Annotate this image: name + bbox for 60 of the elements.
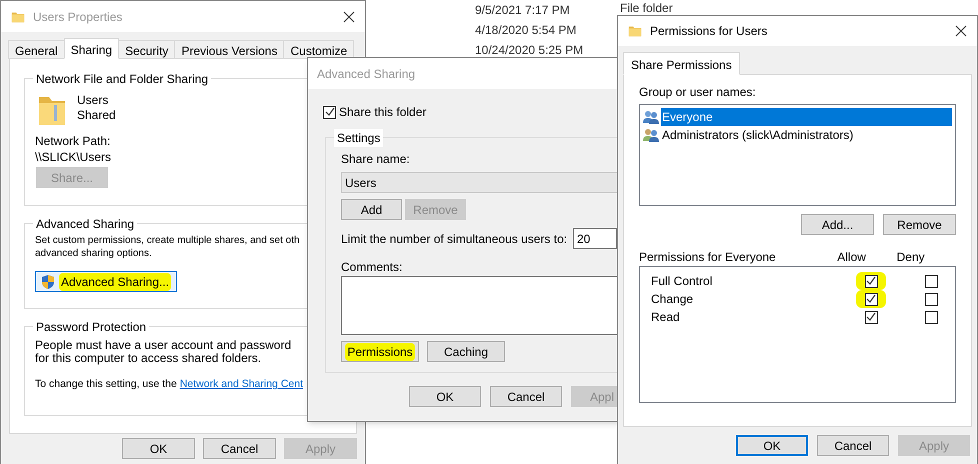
date-modified: 10/24/2020 5:25 PM — [475, 42, 584, 59]
network-path: \\SLICK\Users — [35, 149, 112, 165]
checkbox[interactable] — [924, 310, 938, 324]
field-label: Share name: — [341, 151, 411, 168]
folder-icon — [11, 10, 25, 24]
checkbox[interactable] — [864, 274, 878, 288]
permission-name: Change — [651, 291, 694, 308]
description-text: advanced sharing options. — [35, 247, 152, 260]
users-icon — [643, 128, 659, 142]
window-title: Permissions for Users — [650, 23, 768, 40]
tab[interactable]: Security — [118, 40, 176, 59]
close-icon[interactable] — [955, 25, 967, 37]
user-item[interactable]: Administrators (slick\Administrators) — [643, 126, 952, 144]
column-header: Allow — [837, 249, 867, 266]
checkbox[interactable] — [864, 292, 878, 306]
tab[interactable]: Customize — [283, 40, 354, 59]
button[interactable]: Advanced Sharing... — [35, 271, 177, 292]
file-type: File folder — [620, 0, 673, 16]
shield-icon — [40, 274, 55, 290]
field-label: Comments: — [341, 259, 404, 276]
button[interactable]: Cancel — [203, 438, 276, 459]
permission-name: Full Control — [651, 273, 714, 290]
window-title: Advanced Sharing — [317, 66, 416, 82]
tab[interactable]: Share Permissions — [623, 52, 740, 75]
instruction-text: To change this setting, use the — [35, 377, 177, 392]
button[interactable]: OK — [122, 438, 195, 459]
button[interactable]: OK — [736, 435, 808, 456]
column-header: Deny — [896, 249, 926, 266]
button[interactable]: OK — [409, 386, 481, 407]
button[interactable]: Caching — [427, 341, 505, 362]
number-field[interactable]: 20 — [573, 228, 617, 249]
date-modified: 4/18/2020 5:54 PM — [475, 22, 578, 39]
description-text: Set custom permissions, create multiple shares, and set oth — [35, 234, 300, 247]
folder-name: Users — [77, 93, 110, 108]
share-status: Shared — [77, 108, 116, 123]
folder-icon — [628, 24, 642, 38]
checkbox[interactable] — [924, 274, 938, 288]
button[interactable]: Remove — [883, 214, 956, 235]
window-title: Users Properties — [33, 8, 124, 26]
permission-name: Read — [651, 309, 681, 326]
group-title: Settings — [334, 129, 384, 147]
list-label: Group or user names: — [639, 84, 757, 101]
description-text: People must have a user account and password for this computer to access shared folders. — [35, 339, 292, 365]
button[interactable]: Cancel — [817, 435, 889, 456]
users-icon — [643, 110, 659, 124]
button[interactable]: Permissions — [341, 341, 419, 362]
close-icon[interactable] — [343, 10, 355, 22]
checkbox[interactable] — [323, 106, 336, 118]
settings-link[interactable]: Network and Sharing Cent — [180, 377, 303, 393]
tab[interactable]: General — [8, 40, 65, 59]
checkbox[interactable] — [864, 310, 878, 324]
field-label: Limit the number of simultaneous users to: — [341, 230, 568, 248]
list-label: Permissions for Everyone — [639, 249, 777, 266]
button[interactable]: Add... — [801, 214, 874, 235]
date-modified: 9/5/2021 7:17 PM — [475, 2, 571, 19]
checkbox-label: Share this folder — [339, 104, 426, 121]
button[interactable]: Add — [341, 199, 402, 220]
checkbox[interactable] — [924, 292, 938, 306]
button[interactable]: Cancel — [490, 386, 562, 407]
tab[interactable]: Sharing — [64, 38, 120, 59]
